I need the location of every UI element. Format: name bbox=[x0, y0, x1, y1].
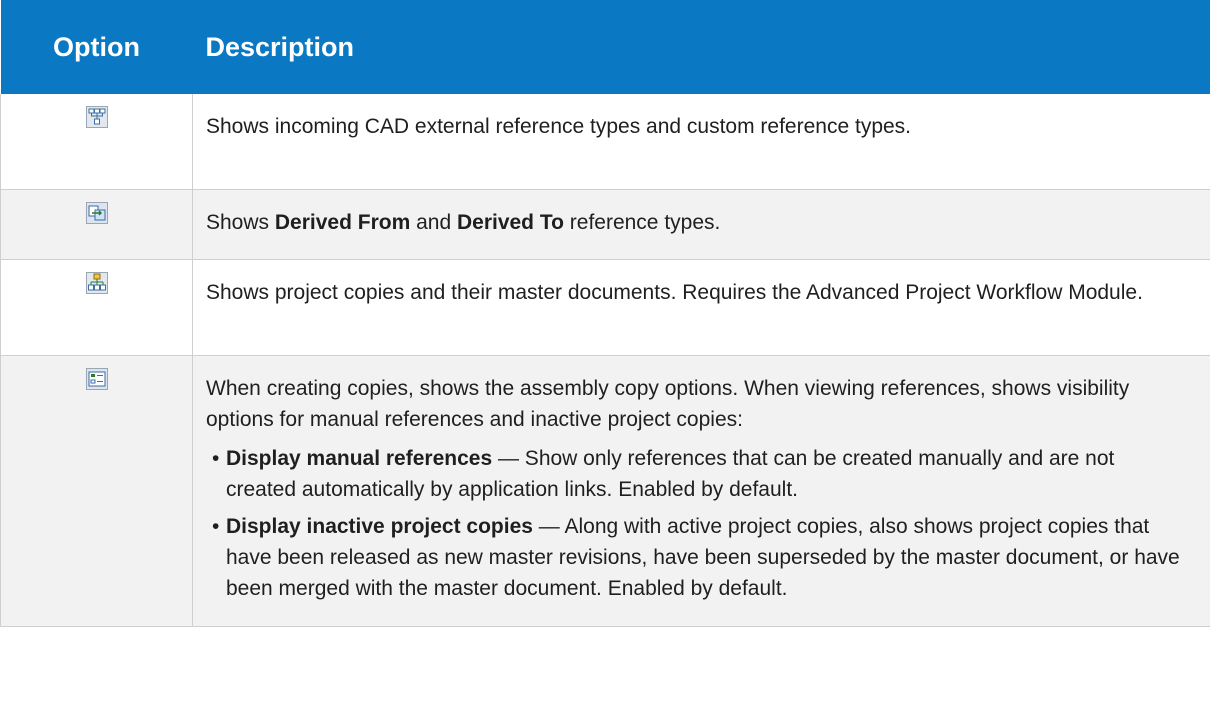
option-cell bbox=[0, 355, 193, 627]
option-cell bbox=[0, 259, 193, 356]
row-description: When creating copies, shows the assembly… bbox=[206, 376, 1130, 431]
option-cell bbox=[0, 94, 193, 190]
row-description-part: Shows bbox=[206, 210, 275, 234]
row-description: Shows project copies and their master do… bbox=[206, 280, 1143, 304]
table-row: When creating copies, shows the assembly… bbox=[0, 355, 1210, 627]
description-cell: Shows project copies and their master do… bbox=[192, 259, 1210, 356]
description-cell: Shows Derived From and Derived To refere… bbox=[192, 189, 1210, 260]
bullet-title: Display manual references bbox=[226, 446, 493, 470]
row-description: Shows incoming CAD external reference ty… bbox=[206, 115, 912, 138]
list-item: Display inactive project copies — Along … bbox=[212, 511, 1186, 604]
row-description-part: and bbox=[410, 210, 457, 234]
visibility-options-list: Display manual references — Show only re… bbox=[206, 443, 1186, 604]
description-cell: When creating copies, shows the assembly… bbox=[192, 355, 1210, 627]
incoming-references-icon[interactable] bbox=[85, 106, 108, 128]
column-header-option: Option bbox=[0, 0, 193, 94]
options-list-icon[interactable] bbox=[85, 367, 108, 390]
option-cell bbox=[0, 189, 193, 260]
table-row: Shows incoming CAD external reference ty… bbox=[0, 94, 1210, 190]
row-description-part: reference types. bbox=[563, 210, 721, 234]
table-row: Shows Derived From and Derived To refere… bbox=[0, 189, 1210, 260]
derived-to-label: Derived To bbox=[456, 210, 564, 234]
table-row: Shows project copies and their master do… bbox=[0, 259, 1210, 356]
bullet-title: Display inactive project copies bbox=[226, 514, 533, 538]
derived-from-label: Derived From bbox=[274, 210, 411, 234]
options-table: Option Description Shows incoming CAD ex… bbox=[0, 0, 1210, 627]
header-row: Option Description bbox=[0, 0, 1210, 94]
derived-references-icon[interactable] bbox=[85, 201, 108, 224]
list-item: Display manual references — Show only re… bbox=[212, 443, 1186, 505]
description-cell: Shows incoming CAD external reference ty… bbox=[192, 94, 1210, 190]
project-copies-icon[interactable] bbox=[85, 271, 108, 294]
column-header-description: Description bbox=[192, 0, 1210, 94]
